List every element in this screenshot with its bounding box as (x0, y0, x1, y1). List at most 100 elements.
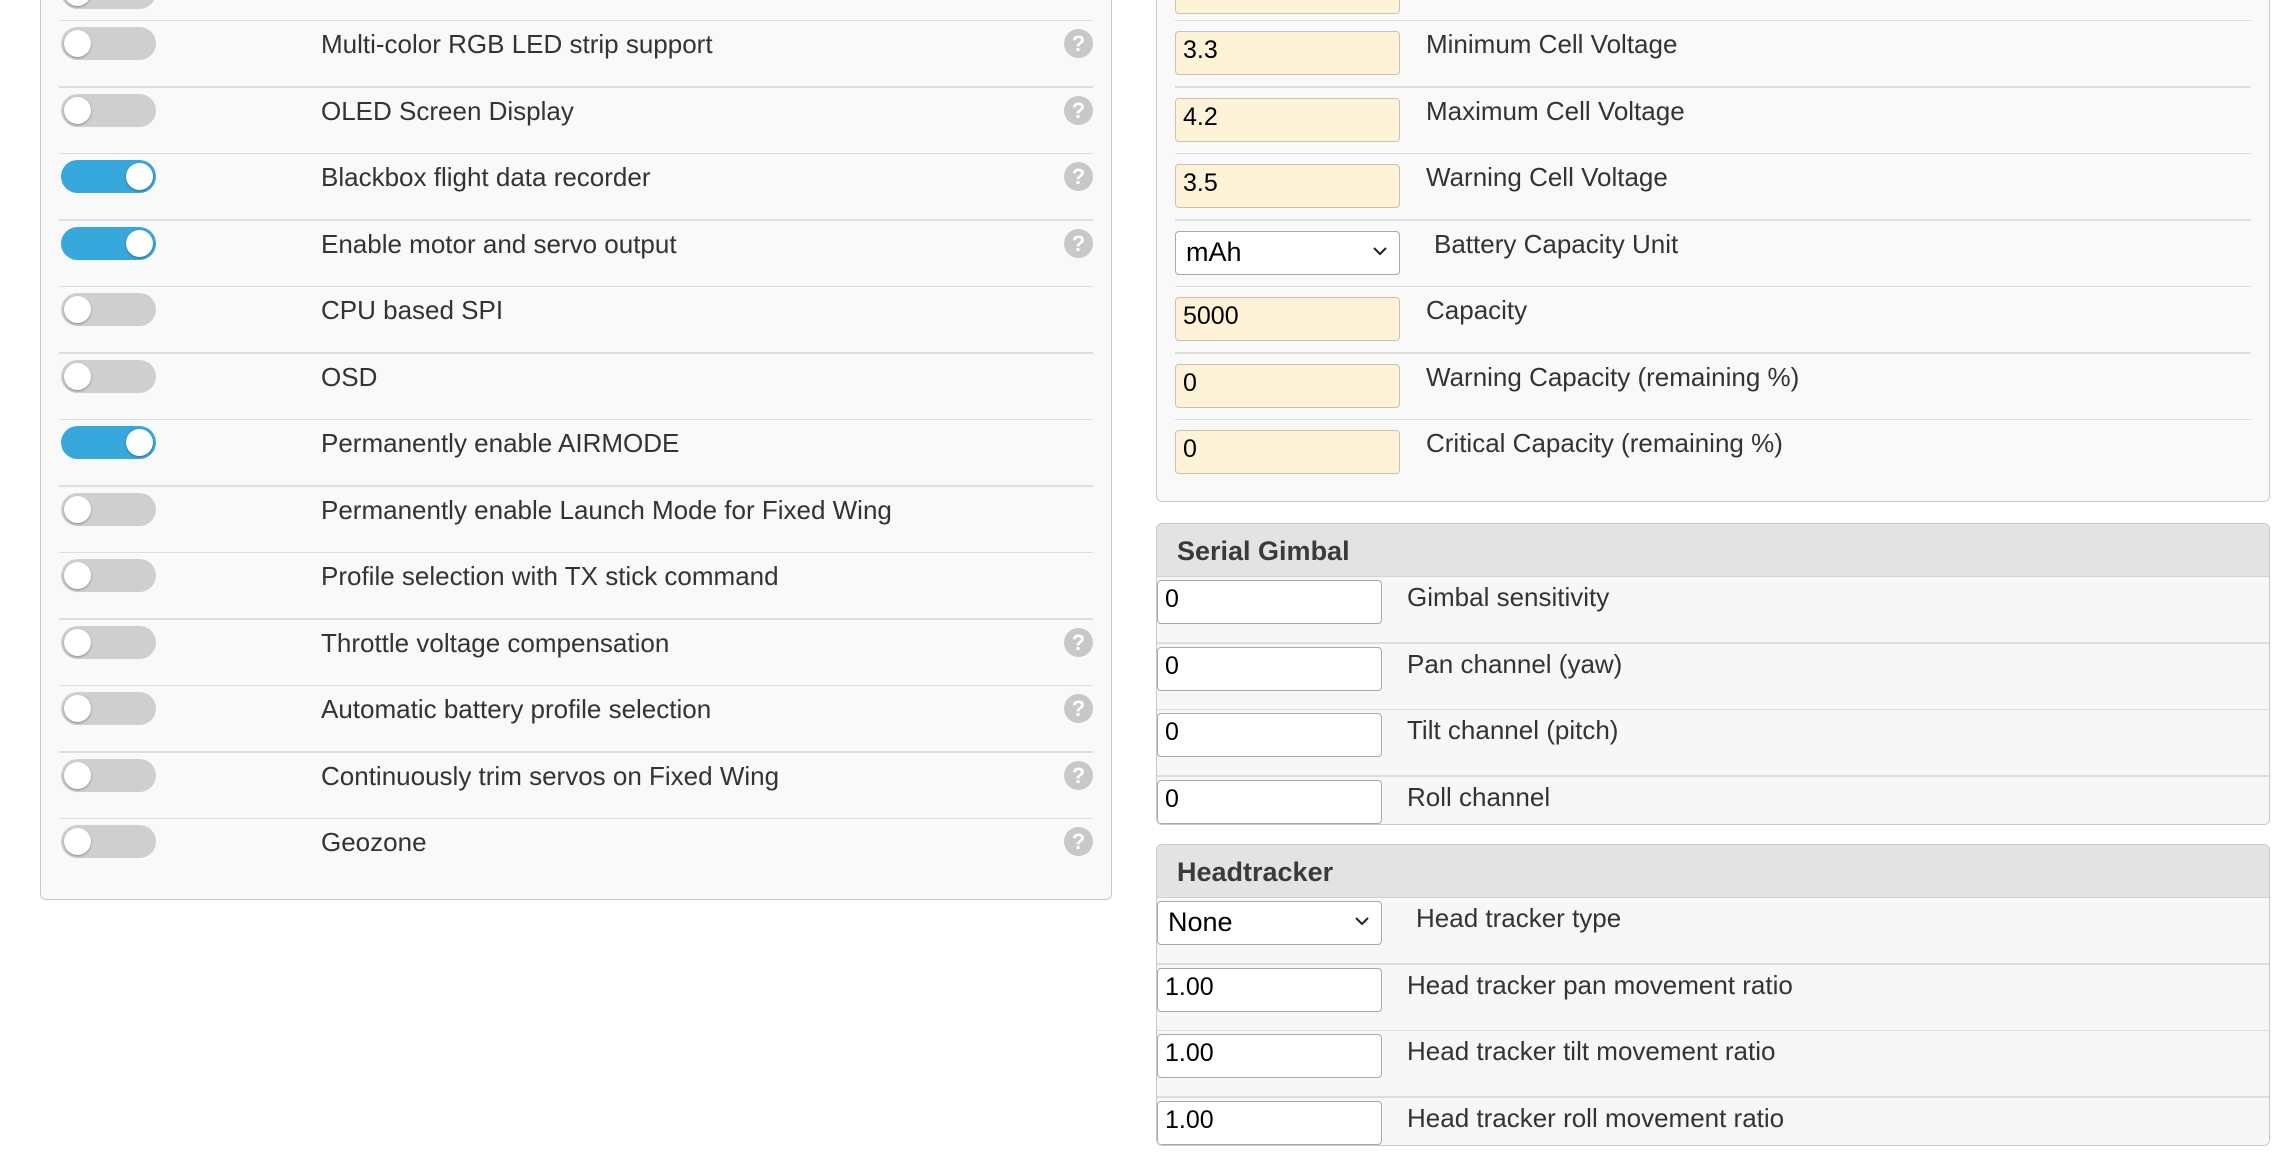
feature-toggle[interactable] (61, 692, 156, 725)
feature-label: Profile selection with TX stick command (321, 561, 779, 591)
feature-row: OSD (59, 354, 1093, 420)
headtracker-row: 1.00 Head tracker tilt movement ratio (1157, 1031, 2269, 1098)
toggle-knob (64, 296, 91, 323)
battery-row: 0 Critical Capacity (remaining %) (1175, 420, 2251, 487)
battery-input[interactable]: 0 (1175, 430, 1400, 474)
toggle-knob (126, 429, 153, 456)
battery-input[interactable]: 0 (1175, 363, 1400, 408)
headtracker-input[interactable]: 1.00 (1157, 1034, 1382, 1078)
battery-row-partial (1175, 0, 2251, 21)
gimbal-row: 0 Tilt channel (pitch) (1157, 710, 2269, 777)
battery-input[interactable]: 5000 (1175, 297, 1400, 341)
battery-label: Critical Capacity (remaining %) (1426, 428, 1783, 458)
feature-label: Geozone (321, 827, 427, 857)
headtracker-label: Head tracker roll movement ratio (1407, 1102, 1785, 1133)
gimbal-input[interactable]: 0 (1157, 646, 1382, 691)
headtracker-row: None Head tracker type (1157, 898, 2269, 965)
serial-gimbal-header: Serial Gimbal (1157, 524, 2269, 577)
chevron-down-icon (1355, 917, 1369, 926)
feature-label: Blackbox flight data recorder (321, 162, 651, 192)
help-icon[interactable]: ? (1064, 228, 1093, 258)
help-icon[interactable]: ? (1064, 694, 1093, 723)
help-icon[interactable]: ? (1064, 95, 1093, 125)
battery-row: 0 Warning Capacity (remaining %) (1175, 354, 2251, 420)
battery-input[interactable]: 3.5 (1175, 164, 1400, 208)
feature-row: Blackbox flight data recorder? (59, 154, 1093, 221)
feature-toggle[interactable] (61, 160, 156, 193)
feature-row: Permanently enable Launch Mode for Fixed… (59, 487, 1093, 553)
feature-label: Permanently enable AIRMODE (321, 428, 680, 458)
headtracker-panel: Headtracker None Head tracker type 1.00 Hea… (1156, 844, 2270, 1146)
gimbal-row: 0 Pan channel (yaw) (1157, 644, 2269, 710)
feature-label: Enable motor and servo output (321, 228, 677, 259)
headtracker-label: Head tracker pan movement ratio (1407, 969, 1793, 1000)
feature-toggle[interactable] (61, 0, 156, 9)
feature-toggle[interactable] (61, 825, 156, 858)
gimbal-input[interactable]: 0 (1157, 580, 1382, 624)
feature-label: Automatic battery profile selection (321, 694, 712, 724)
help-icon[interactable]: ? (1064, 29, 1093, 58)
feature-row: Automatic battery profile selection? (59, 686, 1093, 753)
feature-toggle[interactable] (61, 27, 156, 60)
battery-input[interactable]: 4.2 (1175, 97, 1400, 142)
headtracker-label: Head tracker type (1416, 903, 1622, 933)
feature-toggle[interactable] (61, 492, 156, 526)
toggle-knob (64, 362, 91, 390)
gimbal-label: Tilt channel (pitch) (1407, 715, 1619, 745)
feature-label: Continuously trim servos on Fixed Wing (321, 760, 780, 791)
feature-toggle[interactable] (61, 359, 156, 393)
battery-label: Battery Capacity Unit (1434, 228, 1679, 259)
feature-row-partial (59, 0, 1093, 21)
battery-input-partial[interactable] (1175, 0, 1400, 14)
feature-toggle[interactable] (61, 426, 156, 459)
feature-toggle[interactable] (61, 758, 156, 792)
gimbal-label: Roll channel (1407, 781, 1551, 812)
toggle-knob (64, 0, 91, 6)
help-icon[interactable]: ? (1064, 760, 1093, 790)
feature-label: Permanently enable Launch Mode for Fixed… (321, 494, 892, 525)
headtracker-row: 1.00 Head tracker roll movement ratio (1157, 1098, 2269, 1146)
feature-toggle[interactable] (61, 559, 156, 592)
toggle-knob (64, 761, 91, 789)
serial-gimbal-panel: Serial Gimbal 0 Gimbal sensitivity 0 Pan ch… (1156, 523, 2270, 825)
gimbal-input[interactable]: 0 (1157, 713, 1382, 757)
gimbal-label: Gimbal sensitivity (1407, 582, 1610, 612)
feature-row: Profile selection with TX stick command (59, 553, 1093, 620)
battery-row: 3.3 Minimum Cell Voltage (1175, 21, 2251, 88)
battery-row: 5000 Capacity (1175, 287, 2251, 354)
headtracker-select[interactable]: None (1157, 901, 1382, 945)
feature-row: Throttle voltage compensation? (59, 620, 1093, 686)
battery-label: Warning Capacity (remaining %) (1426, 361, 1800, 392)
battery-input[interactable]: 3.3 (1175, 31, 1400, 75)
feature-label: CPU based SPI (321, 295, 504, 325)
help-icon[interactable]: ? (1064, 627, 1093, 657)
gimbal-input[interactable]: 0 (1157, 779, 1382, 824)
headtracker-label: Head tracker tilt movement ratio (1407, 1036, 1776, 1066)
toggle-knob (64, 96, 91, 124)
battery-label: Warning Cell Voltage (1426, 162, 1668, 192)
feature-label: OSD (321, 361, 378, 392)
help-icon[interactable]: ? (1064, 827, 1093, 856)
gimbal-row: 0 Gimbal sensitivity (1157, 577, 2269, 644)
toggle-knob (64, 628, 91, 656)
feature-toggle[interactable] (61, 226, 156, 260)
headtracker-input[interactable]: 1.00 (1157, 1100, 1382, 1145)
battery-label: Capacity (1426, 295, 1528, 325)
toggle-knob (126, 163, 153, 190)
feature-row: Permanently enable AIRMODE (59, 420, 1093, 487)
select-value: mAh (1186, 236, 1242, 267)
feature-toggle[interactable] (61, 293, 156, 326)
battery-row: 4.2 Maximum Cell Voltage (1175, 88, 2251, 154)
gimbal-label: Pan channel (yaw) (1407, 648, 1623, 679)
help-icon[interactable]: ? (1064, 162, 1093, 191)
headtracker-input[interactable]: 1.00 (1157, 967, 1382, 1012)
feature-toggle[interactable] (61, 93, 156, 127)
features-panel: Multi-color RGB LED strip support? OLED S… (40, 0, 1112, 900)
battery-label: Minimum Cell Voltage (1426, 29, 1678, 59)
battery-select[interactable]: mAh (1175, 230, 1400, 275)
feature-toggle[interactable] (61, 625, 156, 659)
feature-row: Multi-color RGB LED strip support? (59, 21, 1093, 88)
feature-row: OLED Screen Display? (59, 88, 1093, 154)
feature-label: Multi-color RGB LED strip support (321, 29, 713, 59)
battery-row: mAh Battery Capacity Unit (1175, 221, 2251, 287)
